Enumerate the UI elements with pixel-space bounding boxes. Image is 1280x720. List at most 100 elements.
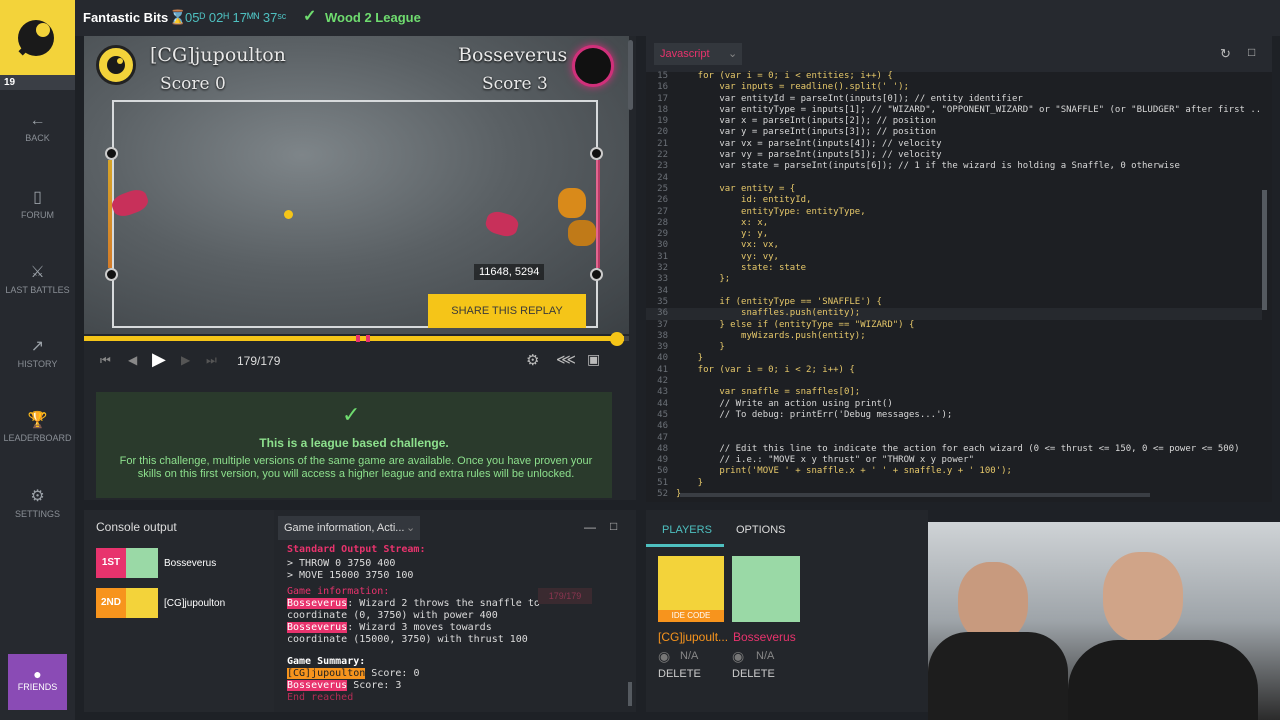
fullscreen-icon[interactable]: ▣ (587, 351, 600, 368)
players-panel: PLAYERS OPTIONS IDE CODE [CG]jupoult... … (646, 510, 928, 712)
share-replay-button[interactable]: SHARE THIS REPLAY (428, 294, 586, 328)
player-logo-icon[interactable]: IDE CODE (658, 556, 724, 622)
first-frame-icon[interactable]: ⏮ (100, 353, 111, 368)
line-number: 20 (657, 127, 668, 138)
puzzle-title: Fantastic Bits (83, 10, 169, 25)
line-number: 39 (657, 342, 668, 353)
ide-code-badge: IDE CODE (658, 610, 724, 622)
trophy-icon: 🏆 (27, 412, 48, 429)
friends-button[interactable]: ● FRIENDS (8, 654, 67, 710)
code-line: 49 // i.e.: "MOVE x y thrust" or "THROW … (646, 455, 1262, 466)
rank-icon: ◉ (658, 648, 671, 664)
code-line: 43 var snaffle = snaffles[0]; (646, 387, 1262, 398)
maximize-icon[interactable]: □ (610, 519, 617, 533)
goal-post-icon (590, 268, 603, 281)
code-line: 29 y: y, (646, 229, 1262, 240)
line-number: 21 (657, 138, 668, 149)
share-icon[interactable]: ⋘ (556, 351, 576, 368)
code-line: 31 vy: vy, (646, 252, 1262, 263)
delete-player-button[interactable]: DELETE (658, 668, 701, 680)
end-reached-text: End reached (287, 692, 354, 703)
league-info-body: For this challenge, multiple versions of… (119, 455, 593, 480)
skull-avatar-icon[interactable] (732, 556, 800, 622)
rank-badge: 2ND (96, 588, 126, 618)
code-text: print('MOVE ' + snaffle.x + ' ' + snaffl… (676, 466, 1012, 477)
editor-scrollbar[interactable] (1262, 190, 1267, 310)
nav-last-battles[interactable]: ⚔ LAST BATTLES (0, 262, 75, 295)
code-line: 50 print('MOVE ' + snaffle.x + ' ' + sna… (646, 466, 1262, 477)
code-text: var y = parseInt(inputs[3]); // position (676, 127, 937, 138)
game-info-text: : Wizard 3 moves towards (347, 622, 492, 633)
minimize-icon[interactable]: — (584, 520, 596, 534)
wizard-icon (558, 188, 586, 218)
player-left-avatar (96, 45, 136, 85)
person-right (1103, 552, 1183, 642)
replay-progress-fill (84, 336, 624, 341)
line-number: 52 (657, 488, 668, 499)
console-scrollbar[interactable] (628, 682, 632, 706)
code-line: 27 entityType: entityType, (646, 207, 1262, 218)
code-text: var x = parseInt(inputs[2]); // position (676, 116, 937, 127)
line-number: 44 (657, 398, 668, 409)
nav-history-label: HISTORY (17, 359, 58, 369)
tab-players[interactable]: PLAYERS (662, 524, 712, 536)
player-logo-icon (18, 20, 54, 56)
next-frame-icon[interactable]: ▶ (181, 353, 190, 367)
code-text: vy: vy, (676, 251, 779, 262)
event-marker (366, 335, 370, 342)
top-bar: Fantastic Bits ⌛ 05ᴰ 02ᴴ 17ᴹᴺ 37ˢᶜ ✓ Woo… (75, 0, 1280, 36)
prev-frame-icon[interactable]: ◀ (128, 353, 137, 367)
play-icon[interactable]: ▶ (152, 349, 166, 370)
forum-icon: ▯ (33, 189, 42, 206)
nav-leaderboard[interactable]: 🏆 LEADERBOARD (0, 410, 75, 443)
last-frame-icon[interactable]: ⏭ (206, 353, 217, 368)
nav-back[interactable]: ← BACK (0, 112, 75, 143)
stdout-line: > THROW 0 3750 400 (287, 558, 396, 569)
language-select[interactable]: Javascript ⌄ (654, 43, 742, 65)
code-text: var entityType = inputs[1]; // "WIZARD",… (676, 104, 1262, 115)
hourglass-icon: ⌛ (169, 9, 187, 25)
avatar[interactable] (0, 0, 75, 75)
code-line: 25 var entity = { (646, 184, 1262, 195)
code-line: 20 var y = parseInt(inputs[3]); // posit… (646, 127, 1262, 138)
maximize-icon[interactable]: □ (1248, 45, 1255, 59)
person-right-shirt (1068, 640, 1258, 720)
code-lines: 15 for (var i = 0; i < entities; i++) {1… (646, 71, 1262, 501)
gear-icon[interactable]: ⚙ (526, 351, 539, 369)
snaffle-icon (284, 210, 293, 219)
tab-options[interactable]: OPTIONS (736, 524, 786, 536)
code-line: 21 var vx = parseInt(inputs[4]); // velo… (646, 139, 1262, 150)
code-line: 35 if (entityType == 'SNAFFLE') { (646, 297, 1262, 308)
code-line: 33 }; (646, 274, 1262, 285)
delete-player-button[interactable]: DELETE (732, 668, 775, 680)
level-badge: 19 (0, 75, 75, 90)
line-number: 15 (657, 71, 668, 81)
rank-player-name: [CG]jupoulton (164, 598, 226, 609)
line-number: 29 (657, 229, 668, 240)
nav-settings[interactable]: ⚙ SETTINGS (0, 486, 75, 519)
line-number: 17 (657, 93, 668, 104)
line-number: 33 (657, 274, 668, 285)
refresh-icon[interactable]: ↻ (1220, 46, 1231, 62)
user-icon: ● (33, 666, 42, 682)
summary-line: [CG]jupoulton Score: 0 (287, 668, 419, 679)
code-line: 37 } else if (entityType == "WIZARD") { (646, 320, 1262, 331)
code-line: 48 // Edit this line to indicate the act… (646, 444, 1262, 455)
line-number: 30 (657, 240, 668, 251)
code-text: entityType: entityType, (676, 206, 866, 217)
stdout-line: > MOVE 15000 3750 100 (287, 570, 414, 581)
friends-label: FRIENDS (17, 682, 58, 692)
editor-hscrollbar[interactable] (680, 493, 1150, 497)
viewer-scrollbar[interactable] (628, 40, 633, 110)
nav-forum[interactable]: ▯ FORUM (0, 187, 75, 220)
code-line: 30 vx: vx, (646, 240, 1262, 251)
code-text: } (676, 477, 704, 488)
console-filter-dropdown[interactable]: Game information, Acti... ⌄ (278, 516, 420, 540)
line-number: 19 (657, 116, 668, 127)
code-text: for (var i = 0; i < 2; i++) { (676, 364, 855, 375)
chevron-down-icon: ⌄ (406, 522, 416, 534)
nav-history[interactable]: ↗ HISTORY (0, 336, 75, 369)
code-line: 36 snaffles.push(entity); (646, 308, 1262, 320)
goal-post-icon (590, 147, 603, 160)
goal-post-icon (105, 268, 118, 281)
